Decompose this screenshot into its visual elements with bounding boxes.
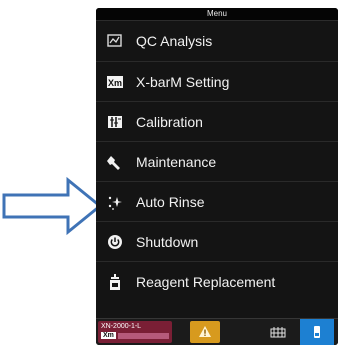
menu-item-calibration[interactable]: Calibration bbox=[96, 101, 338, 141]
calibration-icon bbox=[106, 113, 124, 131]
device-icon bbox=[314, 326, 320, 338]
qc-analysis-icon bbox=[106, 32, 124, 50]
xbarm-icon: Xm bbox=[106, 73, 124, 91]
model-label: XN-2000-1-L bbox=[101, 323, 142, 330]
warning-button[interactable] bbox=[190, 321, 220, 343]
status-bar: XN-2000-1-L Xm bbox=[96, 318, 338, 345]
rack-icon bbox=[270, 327, 286, 338]
model-sub-row: Xm bbox=[101, 332, 169, 339]
menu-item-label: X-barM Setting bbox=[136, 73, 230, 90]
menu-item-shutdown[interactable]: Shutdown bbox=[96, 221, 338, 261]
menu-item-label: Auto Rinse bbox=[136, 193, 205, 210]
menu-panel: Menu QC Analysis Xm X-barM Setting Calib… bbox=[96, 8, 338, 345]
menu-item-label: QC Analysis bbox=[136, 33, 213, 49]
sparkle-icon bbox=[106, 193, 124, 211]
menu-item-xbarm-setting[interactable]: Xm X-barM Setting bbox=[96, 61, 338, 101]
status-strip bbox=[117, 332, 169, 339]
menu-item-label: Reagent Replacement bbox=[136, 273, 276, 290]
model-badge[interactable]: XN-2000-1-L Xm bbox=[98, 321, 172, 343]
menu-item-label: Maintenance bbox=[136, 153, 217, 170]
menu-item-auto-rinse[interactable]: Auto Rinse bbox=[96, 181, 338, 221]
device-button[interactable] bbox=[300, 319, 334, 345]
reagent-bottle-icon bbox=[106, 273, 124, 291]
xm-label: Xm bbox=[101, 332, 116, 339]
menu-list: QC Analysis Xm X-barM Setting Calibratio… bbox=[96, 21, 338, 301]
pointer-arrow bbox=[2, 176, 102, 236]
menu-item-maintenance[interactable]: Maintenance bbox=[96, 141, 338, 181]
wrench-icon bbox=[106, 153, 124, 171]
menu-title: Menu bbox=[96, 8, 338, 21]
warning-icon bbox=[199, 326, 211, 337]
menu-item-label: Shutdown bbox=[136, 233, 199, 250]
power-icon bbox=[106, 233, 124, 251]
rack-button[interactable] bbox=[264, 321, 292, 343]
menu-item-reagent-replacement[interactable]: Reagent Replacement bbox=[96, 261, 338, 301]
menu-item-label: Calibration bbox=[136, 113, 203, 130]
menu-item-qc-analysis[interactable]: QC Analysis bbox=[96, 21, 338, 61]
svg-text:Xm: Xm bbox=[108, 78, 122, 88]
